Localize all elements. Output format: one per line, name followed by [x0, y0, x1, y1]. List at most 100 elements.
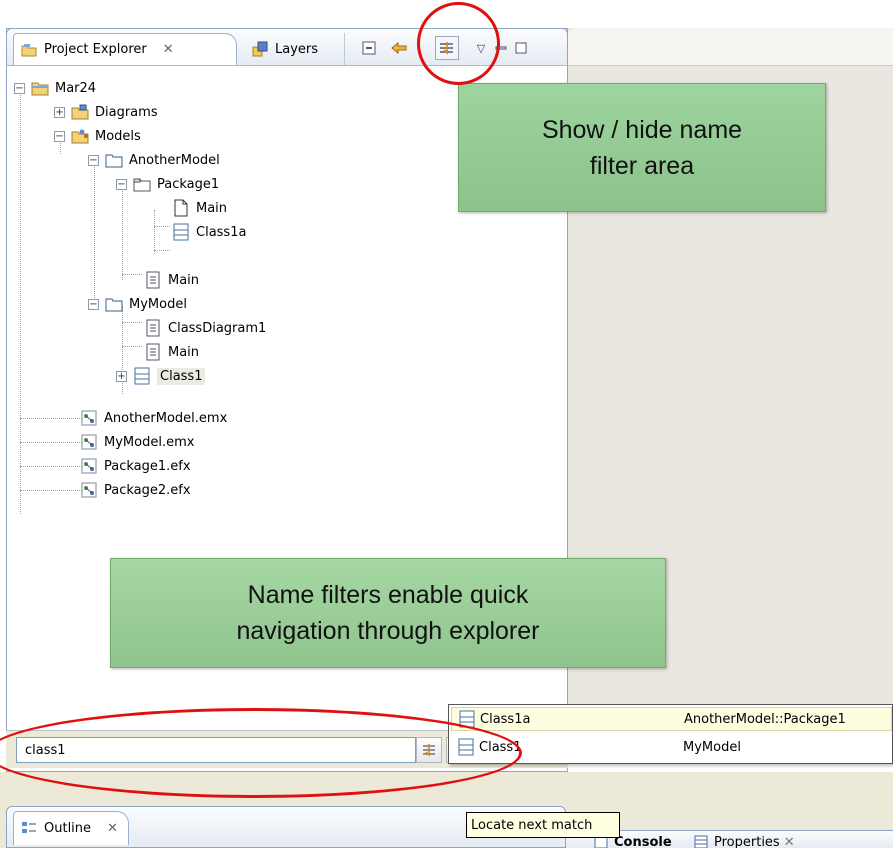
collapse-icon[interactable]: −: [88, 298, 99, 310]
tree-item-classdiagram1[interactable]: ClassDiagram1: [144, 316, 266, 340]
editor-tab-strip: [566, 28, 893, 66]
efx-file-icon: [80, 457, 98, 475]
properties-icon: [692, 833, 710, 848]
tree-item-anothermodel[interactable]: − AnotherModel: [88, 148, 220, 172]
tree-item-main[interactable]: Main: [144, 268, 199, 292]
tree-connector: [154, 210, 155, 254]
tree-connector: [122, 322, 142, 323]
class-icon: [133, 367, 151, 385]
outline-icon: [20, 820, 38, 838]
tab-properties-label: Properties: [714, 834, 780, 848]
efx-file-icon: [80, 481, 98, 499]
tree-connector: [20, 490, 82, 491]
diagram-icon: [144, 271, 162, 289]
collapse-icon[interactable]: −: [54, 130, 65, 142]
tree-connector: [20, 466, 82, 467]
tree-connector: [154, 226, 170, 227]
tree-item-package1-efx[interactable]: Package1.efx: [80, 454, 191, 478]
diagrams-folder-icon: [71, 103, 89, 121]
tree-connector: [122, 186, 123, 280]
project-explorer-icon: [20, 41, 38, 59]
tree-item-label: MyModel.emx: [104, 434, 195, 450]
tree-item-anothermodel-emx[interactable]: AnotherModel.emx: [80, 406, 227, 430]
tree-item-label: ClassDiagram1: [168, 320, 267, 336]
tree-connector: [20, 418, 82, 419]
tree-item-label: Package1.efx: [104, 458, 191, 474]
folder-icon: [105, 295, 123, 313]
tooltip: Locate next match: [466, 812, 620, 838]
tree-item-package1[interactable]: − Package1: [116, 172, 219, 196]
collapse-icon[interactable]: −: [116, 178, 127, 190]
match-path: MyModel: [683, 739, 741, 755]
link-with-editor-icon[interactable]: [389, 38, 409, 58]
tree-item-class1[interactable]: + Class1: [116, 364, 206, 388]
tree-item-label: Main: [168, 344, 200, 360]
tree-item-label: Models: [95, 128, 141, 144]
tab-outline[interactable]: Outline ✕: [13, 811, 129, 845]
callout-filter-toggle: Show / hide name filter area: [458, 83, 826, 212]
expand-icon[interactable]: +: [116, 370, 127, 382]
tree-connector: [122, 274, 142, 275]
tree-connector: [154, 250, 170, 251]
tab-layers[interactable]: Layers: [243, 33, 345, 65]
tree-connector: [122, 346, 142, 347]
tree-item-label: AnotherModel.emx: [104, 410, 228, 426]
diagram-icon: [144, 343, 162, 361]
tree-connector: [20, 90, 21, 514]
callout-name-filters: Name filters enable quick navigation thr…: [110, 558, 666, 668]
tree-item-label: Main: [196, 200, 228, 216]
tree-item-label: Class1: [157, 367, 206, 385]
layers-icon: [251, 40, 269, 58]
tab-outline-label: Outline: [44, 821, 92, 836]
tab-layers-label: Layers: [275, 41, 319, 57]
collapse-icon[interactable]: −: [14, 82, 25, 94]
tab-project-explorer-label: Project Explorer: [44, 42, 147, 57]
tree-item-main[interactable]: Main: [172, 196, 227, 220]
collapse-icon[interactable]: −: [88, 154, 99, 166]
project-folder-icon: [31, 79, 49, 97]
maximize-icon[interactable]: [511, 38, 531, 58]
tab-properties[interactable]: Properties ✕: [692, 833, 795, 848]
highlight-ellipse: [0, 708, 522, 798]
tree-item-mar24[interactable]: − Mar24: [14, 76, 96, 100]
tree-connector: [20, 442, 82, 443]
highlight-ellipse: [417, 2, 500, 85]
tree-connector: [94, 162, 95, 298]
diagram-icon: [144, 319, 162, 337]
close-icon[interactable]: ✕: [784, 835, 795, 848]
tree-item-models[interactable]: − Models: [54, 124, 141, 148]
callout-text: filter area: [589, 151, 695, 180]
models-folder-icon: [71, 127, 89, 145]
tree-item-label: MyModel: [129, 296, 187, 312]
callout-text: navigation through explorer: [236, 617, 540, 645]
tab-console-label: Console: [614, 834, 672, 848]
tree-item-label: Main: [168, 272, 200, 288]
match-row[interactable]: Class1a AnotherModel::Package1: [451, 707, 892, 731]
tree-item-mymodel[interactable]: − MyModel: [88, 292, 187, 316]
tree-item-label: AnotherModel: [129, 152, 220, 168]
tree-item-label: Package2.efx: [104, 482, 191, 498]
tree-item-main[interactable]: Main: [144, 340, 199, 364]
match-path: AnotherModel::Package1: [684, 711, 846, 727]
tree-item-label: Mar24: [55, 80, 97, 96]
page-icon: [172, 199, 190, 217]
class-icon: [172, 223, 190, 241]
expand-icon[interactable]: +: [54, 106, 65, 118]
tab-project-explorer[interactable]: Project Explorer ✕: [13, 33, 237, 65]
folder-icon: [105, 151, 123, 169]
package-icon: [133, 175, 151, 193]
collapse-all-icon[interactable]: [359, 38, 379, 58]
close-icon[interactable]: ✕: [107, 821, 118, 836]
callout-text: Name filters enable quick: [247, 581, 529, 609]
tree-item-label: Package1: [157, 176, 220, 192]
tree-item-mymodel-emx[interactable]: MyModel.emx: [80, 430, 194, 454]
tree-item-package2-efx[interactable]: Package2.efx: [80, 478, 191, 502]
emx-file-icon: [80, 433, 98, 451]
tree-item-class1a[interactable]: Class1a: [172, 220, 246, 244]
close-icon[interactable]: ✕: [163, 42, 174, 57]
tree-item-diagrams[interactable]: + Diagrams: [54, 100, 158, 124]
tree-item-label: Diagrams: [95, 104, 158, 120]
match-name: Class1a: [480, 711, 531, 727]
callout-text: Show / hide name: [541, 115, 743, 144]
tree-item-label: Class1a: [196, 224, 247, 240]
